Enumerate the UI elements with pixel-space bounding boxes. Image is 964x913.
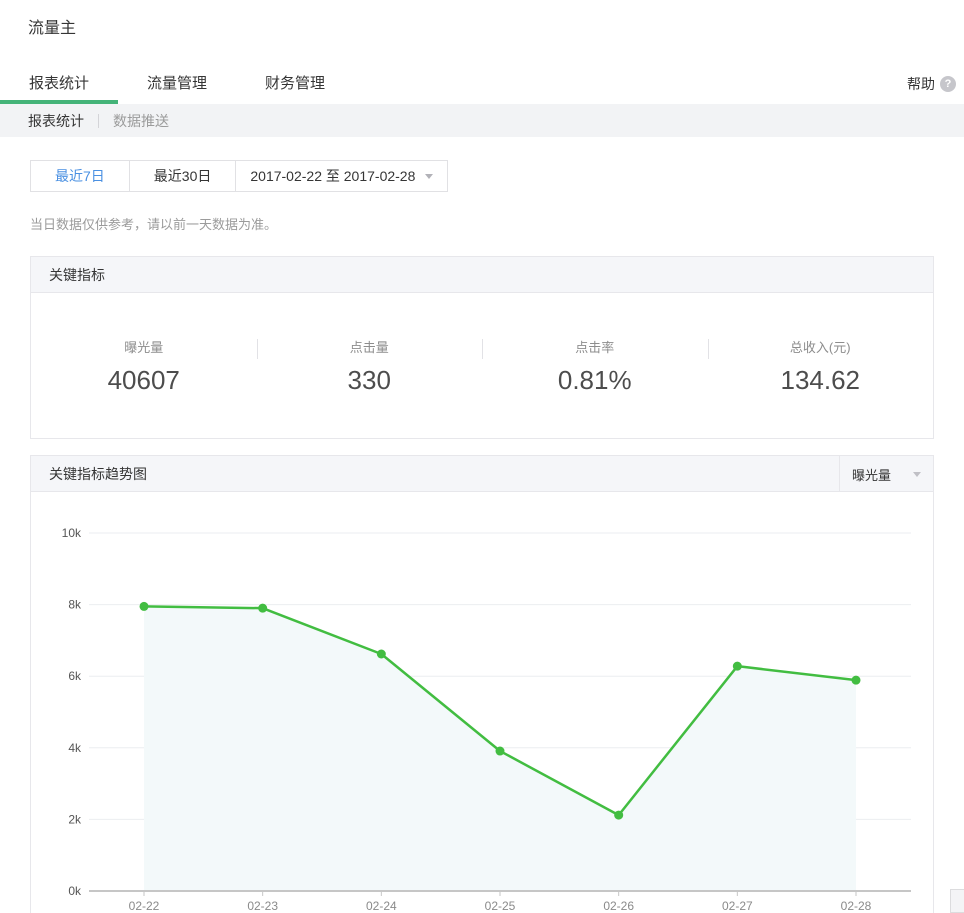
svg-text:4k: 4k (68, 741, 82, 755)
help-label[interactable]: 帮助 (907, 74, 935, 94)
question-circle-icon[interactable]: ? (940, 76, 956, 92)
metric-value: 134.62 (708, 365, 934, 396)
svg-text:02-22: 02-22 (129, 899, 160, 913)
scroll-widget[interactable] (950, 889, 964, 913)
key-metrics-panel-title: 关键指标 (31, 257, 933, 293)
main-content: 最近7日 最近30日 2017-02-22 至 2017-02-28 当日数据仅… (0, 160, 964, 913)
key-metrics-panel: 关键指标 曝光量 40607 点击量 330 点击率 0.81% 总收入(元) … (30, 256, 934, 439)
metric-value: 0.81% (482, 365, 708, 396)
metric-value: 40607 (31, 365, 257, 396)
data-notice: 当日数据仅供参考，请以前一天数据为准。 (30, 214, 934, 233)
metric-label: 总收入(元) (708, 337, 934, 356)
svg-text:02-26: 02-26 (603, 899, 634, 913)
chart-metric-select[interactable]: 曝光量 (839, 456, 933, 492)
svg-text:6k: 6k (68, 669, 82, 683)
filter-last-7-days-button[interactable]: 最近7日 (31, 161, 130, 191)
help-link[interactable]: 帮助 ? (907, 74, 956, 94)
trend-chart-header: 关键指标趋势图 曝光量 (31, 456, 933, 492)
svg-text:2k: 2k (68, 812, 82, 826)
line-chart-svg: 0k 2k 4k 6k 8k 10k 02-22 02-23 02-24 02-25 02-26 02… (31, 492, 962, 913)
tab-traffic-management[interactable]: 流量管理 (118, 64, 236, 104)
svg-text:02-27: 02-27 (722, 899, 753, 913)
page-header: 流量主 (0, 0, 964, 38)
metric-label: 曝光量 (31, 337, 257, 356)
svg-text:02-28: 02-28 (841, 899, 872, 913)
svg-text:02-24: 02-24 (366, 899, 397, 913)
trend-line-chart: 0k 2k 4k 6k 8k 10k 02-22 02-23 02-24 02-25 02-26 02… (31, 492, 933, 913)
svg-text:8k: 8k (68, 598, 82, 612)
metrics-row: 曝光量 40607 点击量 330 点击率 0.81% 总收入(元) 134.6… (31, 293, 933, 438)
metric-total-revenue: 总收入(元) 134.62 (708, 337, 934, 438)
metric-label: 点击量 (257, 337, 483, 356)
date-range-value: 2017-02-22 至 2017-02-28 (250, 166, 415, 186)
chevron-down-icon (425, 174, 433, 179)
filter-last-30-days-button[interactable]: 最近30日 (130, 161, 237, 191)
svg-text:02-23: 02-23 (247, 899, 278, 913)
date-filter-row: 最近7日 最近30日 2017-02-22 至 2017-02-28 (30, 160, 934, 192)
subnav-item-data-push[interactable]: 数据推送 (113, 111, 169, 131)
svg-text:10k: 10k (62, 526, 82, 540)
metric-ctr: 点击率 0.81% (482, 337, 708, 438)
subnav-item-report-stats[interactable]: 报表统计 (28, 111, 84, 131)
date-filter-group: 最近7日 最近30日 2017-02-22 至 2017-02-28 (30, 160, 448, 192)
chart-metric-select-value: 曝光量 (852, 465, 891, 484)
date-range-picker[interactable]: 2017-02-22 至 2017-02-28 (236, 161, 447, 191)
page-title: 流量主 (28, 14, 936, 38)
metric-clicks: 点击量 330 (257, 337, 483, 438)
subnav-divider (98, 114, 99, 128)
trend-chart-title: 关键指标趋势图 (49, 464, 147, 484)
metric-impressions: 曝光量 40607 (31, 337, 257, 438)
svg-text:0k: 0k (68, 884, 82, 898)
sub-navigation: 报表统计 数据推送 (0, 104, 964, 137)
metric-label: 点击率 (482, 337, 708, 356)
chevron-down-icon (913, 472, 921, 477)
trend-chart-panel: 关键指标趋势图 曝光量 0k 2k 4k 6k 8k 10k 02-22 02-23 02-24… (30, 455, 934, 913)
metric-value: 330 (257, 365, 483, 396)
main-tabbar: 报表统计 流量管理 财务管理 帮助 ? (0, 64, 964, 104)
tab-report-stats[interactable]: 报表统计 (0, 64, 118, 104)
tab-finance-management[interactable]: 财务管理 (236, 64, 354, 104)
svg-text:02-25: 02-25 (485, 899, 516, 913)
